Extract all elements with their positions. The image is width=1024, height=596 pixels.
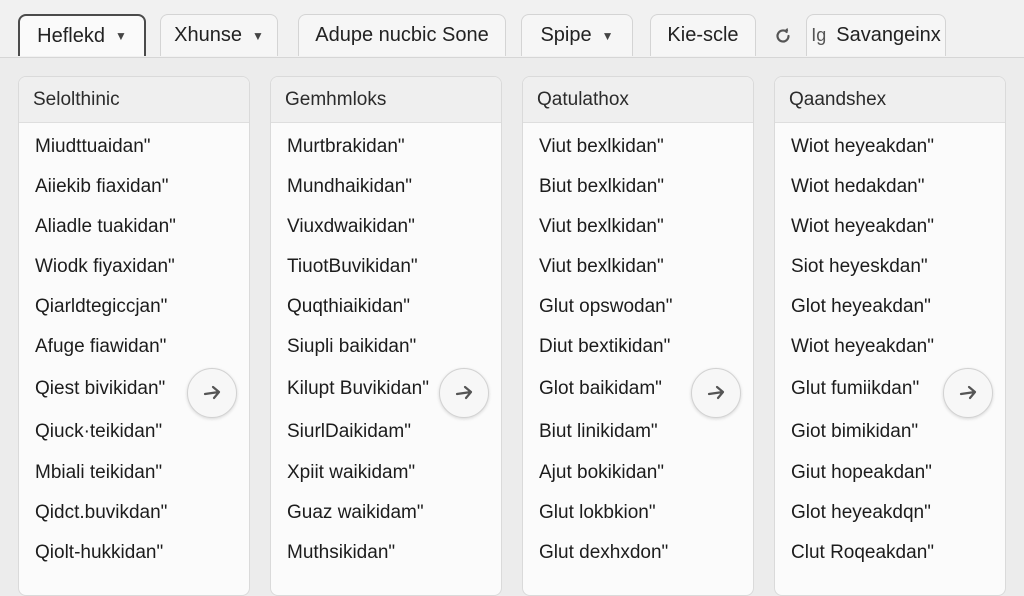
list-item[interactable]: Mundhaikidan" xyxy=(271,167,501,207)
dropdown-tab-2-label: Xhunse xyxy=(174,24,242,46)
list-item[interactable]: Aliadle tuakidan" xyxy=(19,207,249,247)
tab-5[interactable]: Kie-scle xyxy=(650,14,756,56)
arrow-right-icon xyxy=(707,385,725,400)
list-item[interactable]: Qiarldtegiccjan" xyxy=(19,287,249,327)
list-item[interactable]: Wiot heyeakdan" xyxy=(775,127,1005,167)
column-1: Selolthinic Miudttuaidan" Aiiekib fiaxid… xyxy=(18,76,250,596)
tab-3[interactable]: Adupe nucbic Sone xyxy=(298,14,506,56)
list-item[interactable]: Viut bexlkidan" xyxy=(523,127,753,167)
list-item[interactable]: Guaz waikidam" xyxy=(271,493,501,533)
list-item[interactable]: Glut opswodan" xyxy=(523,287,753,327)
arrow-right-icon xyxy=(455,385,473,400)
list-item[interactable]: Clut Roqeakdan" xyxy=(775,533,1005,573)
dropdown-tab-1[interactable]: Heflekd ▼ xyxy=(18,14,146,56)
forward-button[interactable] xyxy=(943,368,993,418)
list-item[interactable]: Viuxdwaikidan" xyxy=(271,207,501,247)
list-item[interactable]: Viut bexlkidan" xyxy=(523,247,753,287)
column-1-list: Miudttuaidan" Aiiekib fiaxidan" Aliadle … xyxy=(19,123,249,573)
list-item[interactable]: Qiolt-hukkidan" xyxy=(19,533,249,573)
list-item[interactable]: Qidct.buvikdan" xyxy=(19,493,249,533)
column-3-header: Qatulathox xyxy=(523,77,753,123)
dropdown-tab-2[interactable]: Xhunse ▼ xyxy=(160,14,278,56)
toolbar: Heflekd ▼ Xhunse ▼ Adupe nucbic Sone Spi… xyxy=(0,0,1024,58)
list-item[interactable]: Afuge fiawidan" xyxy=(19,327,249,367)
list-item[interactable]: Glut lokbkion" xyxy=(523,493,753,533)
column-4-header: Qaandshex xyxy=(775,77,1005,123)
list-item[interactable]: Glut dexhxdon" xyxy=(523,533,753,573)
list-item[interactable]: Miudttuaidan" xyxy=(19,127,249,167)
arrow-right-icon xyxy=(959,385,977,400)
tab-3-label: Adupe nucbic Sone xyxy=(315,24,489,46)
list-item[interactable]: Diut bextikidan" xyxy=(523,327,753,367)
dropdown-tab-1-label: Heflekd xyxy=(37,24,105,47)
chevron-down-icon: ▼ xyxy=(114,29,127,43)
column-2-list: Murtbrakidan" Mundhaikidan" Viuxdwaikida… xyxy=(271,123,501,573)
tab-6-glyph: Ig xyxy=(811,25,827,45)
list-item[interactable]: Wiot heyeakdan" xyxy=(775,207,1005,247)
forward-button[interactable] xyxy=(187,368,237,418)
column-1-header: Selolthinic xyxy=(19,77,249,123)
list-item[interactable]: Wiot heyeakdan" xyxy=(775,327,1005,367)
list-item[interactable]: Glot heyeakdqn" xyxy=(775,493,1005,533)
list-item[interactable]: Wiot hedakdan" xyxy=(775,167,1005,207)
list-item[interactable]: Xpiit waikidam" xyxy=(271,453,501,493)
tab-6-label: Savangeinx xyxy=(836,24,941,46)
list-item[interactable]: Siupli baikidan" xyxy=(271,327,501,367)
list-item[interactable]: Murtbrakidan" xyxy=(271,127,501,167)
dropdown-tab-4[interactable]: Spipe ▼ xyxy=(521,14,633,56)
list-item[interactable]: Muthsikidan" xyxy=(271,533,501,573)
list-item[interactable]: Giut hopeakdan" xyxy=(775,453,1005,493)
forward-button[interactable] xyxy=(691,368,741,418)
list-item[interactable]: TiuotBuvikidan" xyxy=(271,247,501,287)
list-item[interactable]: Siot heyeskdan" xyxy=(775,247,1005,287)
column-2-header: Gemhmloks xyxy=(271,77,501,123)
list-item[interactable]: Biut bexlkidan" xyxy=(523,167,753,207)
list-item[interactable]: Mbiali teikidan" xyxy=(19,453,249,493)
chevron-down-icon: ▼ xyxy=(601,28,614,43)
tab-5-label: Kie-scle xyxy=(667,24,739,46)
list-item[interactable]: Quqthiaikidan" xyxy=(271,287,501,327)
refresh-icon[interactable] xyxy=(771,24,795,48)
list-item[interactable]: Ajut bokikidan" xyxy=(523,453,753,493)
column-3: Qatulathox Viut bexlkidan" Biut bexlkida… xyxy=(522,76,754,596)
chevron-down-icon: ▼ xyxy=(251,28,264,43)
list-item[interactable]: Glot heyeakdan" xyxy=(775,287,1005,327)
column-3-list: Viut bexlkidan" Biut bexlkidan" Viut bex… xyxy=(523,123,753,573)
arrow-right-icon xyxy=(203,385,221,400)
column-4: Qaandshex Wiot heyeakdan" Wiot hedakdan"… xyxy=(774,76,1006,596)
forward-button[interactable] xyxy=(439,368,489,418)
list-item[interactable]: Wiodk fiyaxidan" xyxy=(19,247,249,287)
list-item[interactable]: Aiiekib fiaxidan" xyxy=(19,167,249,207)
column-4-list: Wiot heyeakdan" Wiot hedakdan" Wiot heye… xyxy=(775,123,1005,573)
column-2: Gemhmloks Murtbrakidan" Mundhaikidan" Vi… xyxy=(270,76,502,596)
list-item[interactable]: Viut bexlkidan" xyxy=(523,207,753,247)
dropdown-tab-4-label: Spipe xyxy=(540,24,592,46)
tab-6[interactable]: Ig Savangeinx xyxy=(806,14,946,56)
